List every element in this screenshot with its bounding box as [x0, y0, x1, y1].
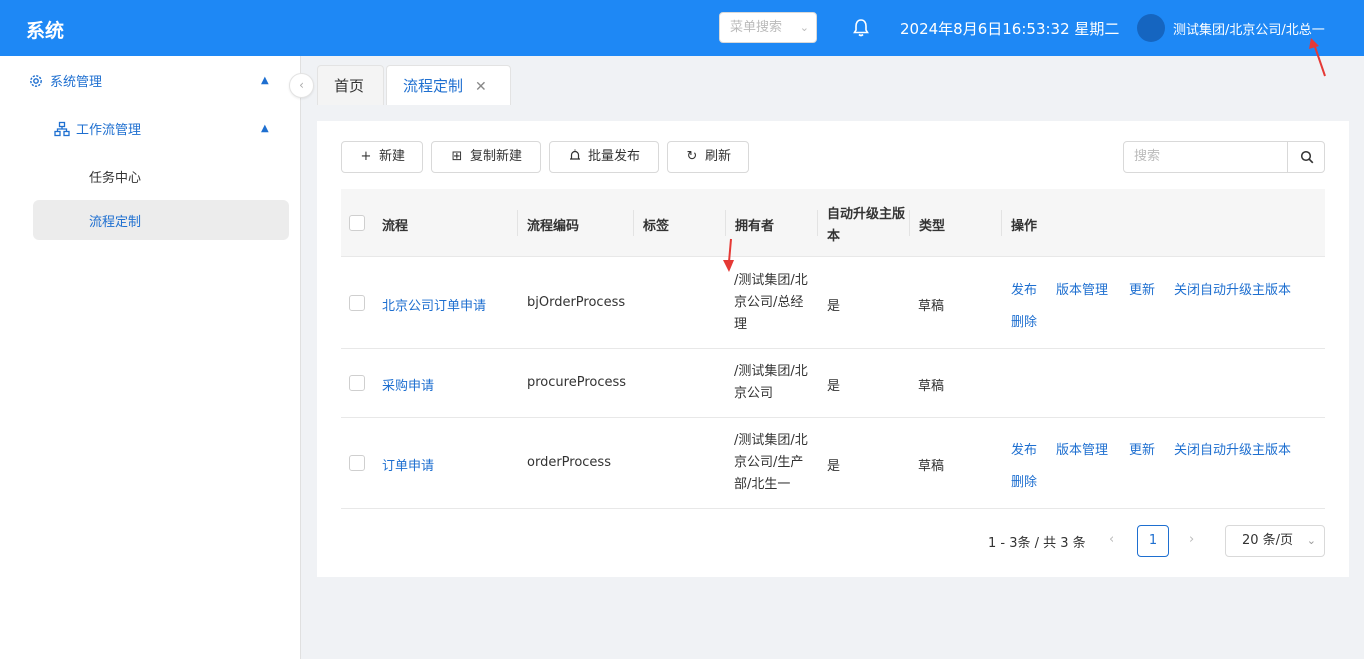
datetime-display: 2024年8月6日16:53:32 星期二 [900, 20, 1120, 38]
tab-flow-custom[interactable]: 流程定制 ✕ [386, 65, 511, 105]
app-title: 系统 [26, 20, 65, 42]
sidebar-collapse-button[interactable]: ‹ [289, 73, 314, 98]
flow-code: bjOrderProcess [527, 295, 626, 310]
flow-type: 草稿 [918, 299, 945, 314]
sidebar-item-label: 工作流管理 [76, 123, 142, 138]
column-header: 标签 [643, 219, 670, 234]
menu-search-placeholder: 菜单搜索 [730, 20, 783, 35]
flow-owner: /测试集团/北京公司/生产部/北生一 [734, 433, 808, 492]
top-bar: 系统 菜单搜索 ⌄ 2024年8月6日16:53:32 星期二 测试集团/北京公… [0, 0, 1364, 56]
refresh-icon: ↻ [686, 149, 698, 164]
pagination-summary: 1 - 3条 / 共 3 条 [988, 536, 1086, 551]
refresh-button-label: 刷新 [704, 149, 731, 164]
sidebar-item-task-center[interactable]: 任务中心 [89, 167, 141, 186]
version-mgmt-link[interactable]: 版本管理 [1056, 279, 1108, 298]
flow-owner: /测试集团/北京公司/总经理 [734, 273, 808, 332]
sidebar-item-system-mgmt[interactable]: 系统管理 [28, 71, 102, 90]
copy-new-button-label: 复制新建 [469, 149, 522, 164]
disable-auto-upgrade-link[interactable]: 关闭自动升级主版本 [1174, 439, 1291, 458]
column-header: 流程 [382, 219, 409, 234]
flow-code: orderProcess [527, 455, 611, 470]
new-button[interactable]: + 新建 [341, 141, 423, 173]
batch-publish-button[interactable]: 批量发布 [549, 141, 659, 173]
tab-label: 首页 [334, 77, 365, 95]
plus-square-icon: ⊞ [451, 149, 463, 164]
tab-home[interactable]: 首页 [317, 65, 384, 105]
avatar[interactable] [1137, 14, 1165, 42]
update-link[interactable]: 更新 [1129, 279, 1155, 298]
copy-new-button[interactable]: ⊞ 复制新建 [431, 141, 541, 173]
publish-link[interactable]: 发布 [1011, 279, 1037, 298]
bell-icon[interactable] [851, 17, 871, 39]
sidebar-item-label: 系统管理 [50, 75, 103, 90]
alarm-icon [569, 149, 580, 160]
table-header: 流程 流程编码 标签 拥有者 自动升级主版本 类型 操作 [341, 189, 1325, 257]
column-divider [633, 210, 634, 236]
refresh-button[interactable]: ↻ 刷新 [667, 141, 749, 173]
auto-upgrade-value: 是 [827, 459, 841, 474]
tab-label: 流程定制 [403, 77, 464, 95]
gear-icon [30, 74, 42, 87]
auto-upgrade-value: 是 [827, 299, 841, 314]
column-header: 流程编码 [527, 219, 580, 234]
publish-link[interactable]: 发布 [1011, 439, 1037, 458]
flow-name-link[interactable]: 采购申请 [382, 375, 434, 394]
prev-page-icon[interactable]: ‹ [1109, 532, 1114, 547]
search-icon [1300, 150, 1314, 164]
menu-search-select[interactable]: 菜单搜索 ⌄ [719, 12, 817, 43]
version-mgmt-link[interactable]: 版本管理 [1056, 439, 1108, 458]
column-divider [909, 210, 910, 236]
flow-type: 草稿 [918, 379, 945, 394]
search-button[interactable] [1287, 141, 1325, 173]
chevron-up-icon[interactable]: ▲ [261, 123, 269, 134]
close-icon[interactable]: ✕ [475, 79, 487, 95]
row-checkbox[interactable] [349, 295, 365, 311]
sidebar-item-workflow-mgmt[interactable]: 工作流管理 [54, 119, 141, 138]
column-divider [517, 210, 518, 236]
plus-icon: + [360, 149, 372, 164]
sidebar-item-flow-custom[interactable]: 流程定制 [89, 211, 141, 230]
row-checkbox[interactable] [349, 375, 365, 391]
delete-link[interactable]: 删除 [1011, 311, 1037, 330]
row-checkbox[interactable] [349, 455, 365, 471]
hierarchy-icon [54, 121, 70, 136]
red-arrow-annotation [723, 238, 734, 272]
search-input[interactable]: 搜索 [1123, 141, 1289, 173]
update-link[interactable]: 更新 [1129, 439, 1155, 458]
new-button-label: 新建 [378, 149, 405, 164]
row-divider [341, 417, 1325, 418]
flow-name-link[interactable]: 订单申请 [382, 455, 434, 474]
column-header: 拥有者 [735, 219, 775, 234]
page-size-value: 20 条/页 [1242, 533, 1294, 548]
select-all-checkbox[interactable] [349, 215, 365, 231]
next-page-icon[interactable]: › [1189, 532, 1194, 547]
disable-auto-upgrade-link[interactable]: 关闭自动升级主版本 [1174, 279, 1291, 298]
chevron-left-icon: ‹ [299, 78, 304, 92]
flow-type: 草稿 [918, 459, 945, 474]
row-divider [341, 348, 1325, 349]
sidebar-active-highlight [33, 200, 289, 240]
auto-upgrade-value: 是 [827, 379, 841, 394]
sidebar: 系统管理 ▲ 工作流管理 ▲ 任务中心 流程定制 [0, 56, 301, 659]
column-divider [725, 210, 726, 236]
chevron-up-icon[interactable]: ▲ [261, 75, 269, 86]
flow-name-link[interactable]: 北京公司订单申请 [382, 295, 486, 314]
delete-link[interactable]: 删除 [1011, 471, 1037, 490]
red-arrow-annotation [1309, 38, 1326, 77]
chevron-down-icon: ⌄ [1306, 534, 1316, 547]
column-divider [817, 210, 818, 236]
row-divider [341, 508, 1325, 509]
column-divider [1001, 210, 1002, 236]
column-header: 类型 [919, 219, 946, 234]
batch-publish-button-label: 批量发布 [587, 149, 640, 164]
column-header: 自动升级主版本 [827, 207, 906, 244]
user-name[interactable]: 测试集团/北京公司/北总一 [1173, 19, 1325, 38]
column-header: 操作 [1011, 219, 1038, 234]
flow-code: procureProcess [527, 375, 627, 390]
flow-owner: /测试集团/北京公司 [734, 364, 808, 401]
page-size-select[interactable]: 20 条/页 ⌄ [1225, 525, 1325, 557]
chevron-down-icon: ⌄ [799, 21, 809, 34]
page-number-current[interactable]: 1 [1137, 525, 1169, 557]
